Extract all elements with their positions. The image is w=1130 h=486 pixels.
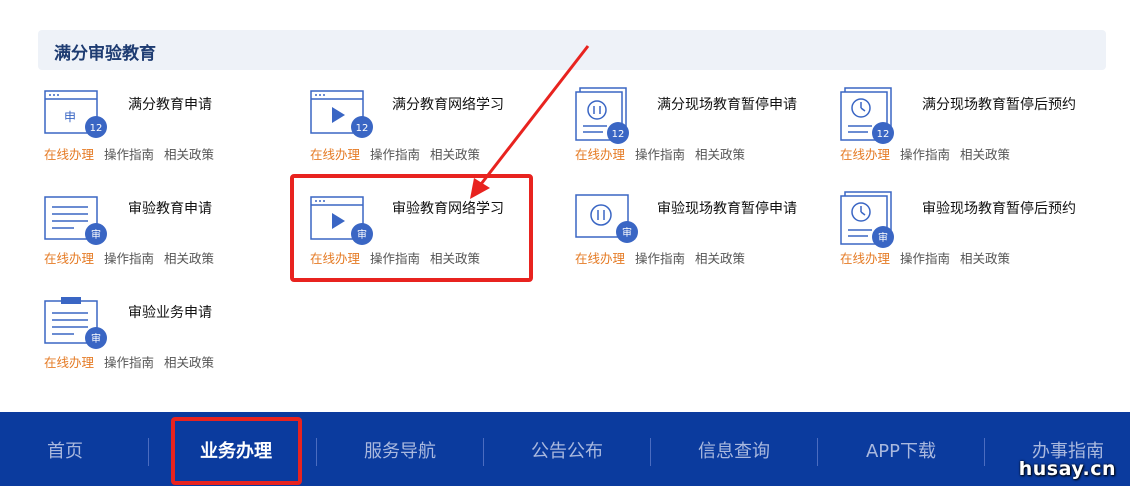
- service-links: 在线办理 操作指南 相关政策: [840, 248, 1020, 267]
- nav-divider: [316, 438, 317, 466]
- online-link[interactable]: 在线办理: [310, 147, 360, 162]
- service-title: 审验现场教育暂停后预约: [922, 201, 1076, 217]
- online-link[interactable]: 在线办理: [44, 147, 94, 162]
- nav-divider: [148, 438, 149, 466]
- service-title: 审验教育申请: [128, 201, 212, 217]
- nav-divider: [984, 438, 985, 466]
- service-title: 审验现场教育暂停申请: [657, 201, 797, 217]
- section-title: 满分审验教育: [54, 44, 156, 64]
- guide-link[interactable]: 操作指南: [635, 147, 685, 162]
- nav-divider: [817, 438, 818, 466]
- nav-item-info-query[interactable]: 信息查询: [674, 412, 794, 486]
- nav-divider: [650, 438, 651, 466]
- online-link[interactable]: 在线办理: [44, 355, 94, 370]
- bottom-nav: 首页 业务办理 服务导航 公告公布 信息查询 APP下载 办事指南: [0, 412, 1130, 486]
- service-item-review-pause-booking[interactable]: 审 审验现场教育暂停后预约 在线办理 操作指南 相关政策: [840, 191, 1090, 274]
- service-item-full-score-pause-apply[interactable]: 12 满分现场教育暂停申请 在线办理 操作指南 相关政策: [575, 87, 825, 170]
- service-item-review-pause-apply[interactable]: 审 审验现场教育暂停申请 在线办理 操作指南 相关政策: [575, 194, 825, 274]
- service-item-review-business-apply[interactable]: 审 审验业务申请 在线办理 操作指南 相关政策: [44, 297, 294, 378]
- service-links: 在线办理 操作指南 相关政策: [310, 144, 490, 163]
- text-doc-icon: 审: [44, 194, 110, 250]
- policy-link[interactable]: 相关政策: [430, 147, 480, 162]
- service-title: 满分教育申请: [128, 97, 212, 113]
- service-links: 在线办理 操作指南 相关政策: [44, 352, 224, 371]
- service-links: 在线办理 操作指南 相关政策: [840, 144, 1020, 163]
- watermark: husay.cn: [1018, 458, 1116, 480]
- clipboard-icon: 审: [44, 297, 110, 354]
- policy-link[interactable]: 相关政策: [960, 251, 1010, 266]
- svg-text:12: 12: [612, 129, 625, 140]
- guide-link[interactable]: 操作指南: [635, 251, 685, 266]
- service-links: 在线办理 操作指南 相关政策: [44, 248, 224, 267]
- guide-link[interactable]: 操作指南: [104, 147, 154, 162]
- guide-link[interactable]: 操作指南: [370, 147, 420, 162]
- guide-link[interactable]: 操作指南: [900, 147, 950, 162]
- online-link[interactable]: 在线办理: [575, 251, 625, 266]
- service-title: 满分教育网络学习: [392, 97, 504, 113]
- video-play-icon: 12: [310, 90, 376, 146]
- guide-link[interactable]: 操作指南: [104, 355, 154, 370]
- online-link[interactable]: 在线办理: [44, 251, 94, 266]
- nav-item-home[interactable]: 首页: [20, 412, 110, 486]
- nav-divider: [483, 438, 484, 466]
- service-title: 审验业务申请: [128, 305, 212, 321]
- svg-text:12: 12: [90, 123, 103, 134]
- policy-link[interactable]: 相关政策: [164, 251, 214, 266]
- online-link[interactable]: 在线办理: [840, 251, 890, 266]
- nav-item-announcements[interactable]: 公告公布: [507, 412, 627, 486]
- nav-item-app-download[interactable]: APP下载: [841, 412, 961, 486]
- policy-link[interactable]: 相关政策: [164, 355, 214, 370]
- pause-doc-icon: 12: [575, 87, 641, 146]
- service-links: 在线办理 操作指南 相关政策: [575, 248, 755, 267]
- service-links: 在线办理 操作指南 相关政策: [44, 144, 224, 163]
- svg-text:审: 审: [91, 332, 101, 345]
- service-item-review-edu-apply[interactable]: 审 审验教育申请 在线办理 操作指南 相关政策: [44, 194, 294, 274]
- service-item-full-score-online-study[interactable]: 12 满分教育网络学习 在线办理 操作指南 相关政策: [310, 90, 560, 170]
- policy-link[interactable]: 相关政策: [960, 147, 1010, 162]
- service-title: 满分现场教育暂停后预约: [922, 97, 1076, 113]
- svg-text:12: 12: [877, 129, 890, 140]
- document-apply-icon: 申 12: [44, 90, 110, 146]
- svg-text:审: 审: [622, 226, 632, 239]
- svg-text:审: 审: [91, 228, 101, 241]
- service-item-full-score-edu-apply[interactable]: 申 12 满分教育申请 在线办理 操作指南 相关政策: [44, 90, 294, 170]
- policy-link[interactable]: 相关政策: [164, 147, 214, 162]
- online-link[interactable]: 在线办理: [575, 147, 625, 162]
- section-header: 满分审验教育: [38, 30, 1106, 70]
- service-item-full-score-pause-booking[interactable]: 12 满分现场教育暂停后预约 在线办理 操作指南 相关政策: [840, 87, 1090, 170]
- guide-link[interactable]: 操作指南: [900, 251, 950, 266]
- clock-doc-icon: 12: [840, 87, 906, 146]
- policy-link[interactable]: 相关政策: [695, 147, 745, 162]
- clock-doc-icon: 审: [840, 191, 906, 250]
- nav-item-service-guide[interactable]: 服务导航: [340, 412, 460, 486]
- svg-text:审: 审: [878, 231, 888, 244]
- svg-text:申: 申: [64, 110, 76, 124]
- policy-link[interactable]: 相关政策: [695, 251, 745, 266]
- service-title: 满分现场教育暂停申请: [657, 97, 797, 113]
- service-links: 在线办理 操作指南 相关政策: [575, 144, 755, 163]
- highlight-box: [290, 174, 533, 282]
- guide-link[interactable]: 操作指南: [104, 251, 154, 266]
- svg-text:12: 12: [356, 123, 369, 134]
- nav-highlight-box: [171, 417, 302, 485]
- pause-doc-icon: 审: [575, 194, 641, 250]
- online-link[interactable]: 在线办理: [840, 147, 890, 162]
